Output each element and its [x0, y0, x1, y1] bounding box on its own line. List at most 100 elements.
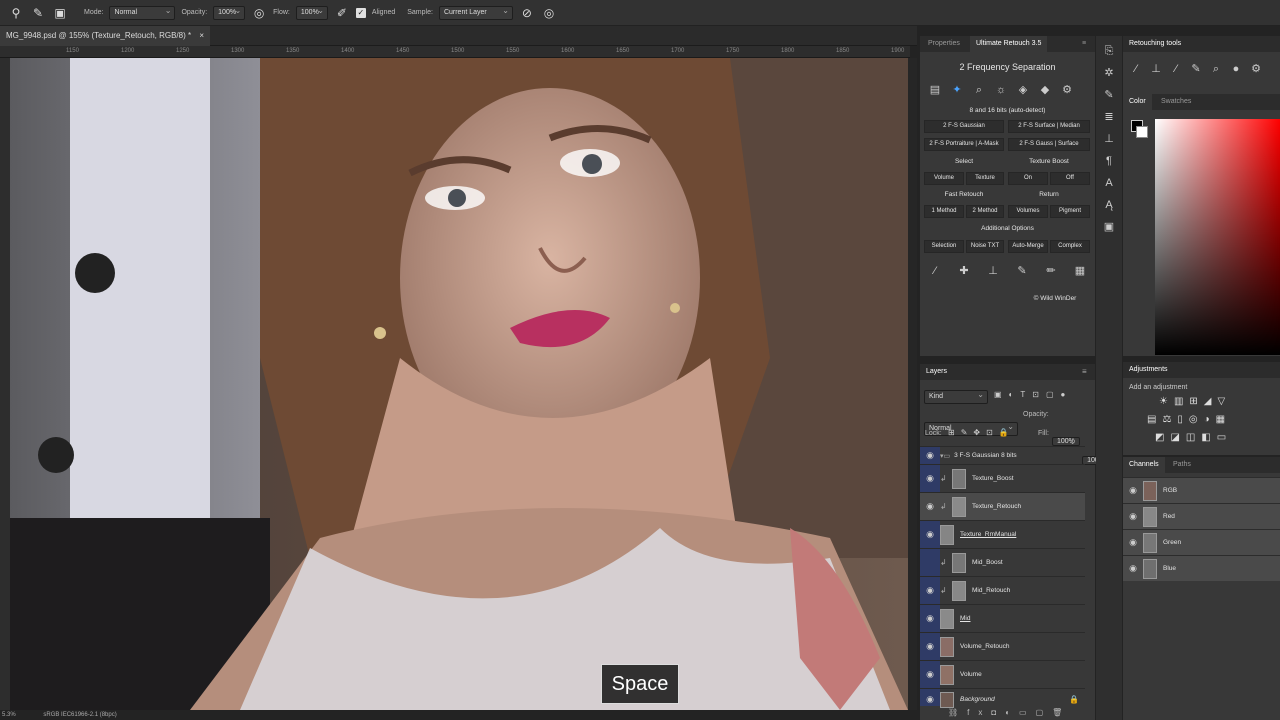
brush-preset-icon[interactable]: ✎	[30, 5, 46, 21]
ignore-adjustment-icon[interactable]: ⊘	[519, 5, 535, 21]
eye-icon[interactable]: ◉	[920, 473, 940, 484]
tab-swatches[interactable]: Swatches	[1155, 94, 1197, 110]
noise-txt-button[interactable]: Noise TXT	[966, 240, 1004, 253]
vertical-scrollbar[interactable]	[908, 58, 917, 710]
retouching-tools-title[interactable]: Retouching tools	[1123, 36, 1280, 52]
brush-icon[interactable]: ⁄	[1169, 62, 1183, 76]
channel-row[interactable]: ◉ Red	[1123, 503, 1280, 529]
eye-icon[interactable]: ◉	[920, 613, 940, 624]
boost-on-button[interactable]: On	[1008, 172, 1048, 185]
eye-icon[interactable]: ◉	[1123, 563, 1143, 574]
tab-channels[interactable]: Channels	[1123, 457, 1165, 473]
layers-icon[interactable]: ◈	[1016, 83, 1030, 97]
layers-title[interactable]: Layers	[920, 364, 1095, 380]
image-canvas[interactable]	[10, 58, 908, 710]
adjust-icon[interactable]: ≣	[1102, 110, 1116, 124]
airbrush-icon[interactable]: ✐	[334, 5, 350, 21]
settings-icon[interactable]: ✲	[1102, 66, 1116, 80]
pencil-icon[interactable]: ✎	[1189, 62, 1203, 76]
clone-stamp-tool-icon[interactable]: ⚲	[8, 5, 24, 21]
eye-icon[interactable]: ◉	[920, 641, 940, 652]
flow-field[interactable]: 100%	[295, 5, 328, 20]
eye-icon[interactable]: ◉	[920, 669, 940, 680]
zoom-level[interactable]: 5.3%	[2, 712, 16, 718]
magnifier-icon[interactable]: ⌕	[1209, 62, 1223, 76]
fs-portraiture-button[interactable]: 2 F-S Portraiture | A-Mask	[924, 138, 1004, 151]
frequency-icon[interactable]: ✦	[950, 83, 964, 97]
image-icon[interactable]: ▣	[1102, 220, 1116, 234]
adjustment-icons-row1[interactable]: ☀▥⊞◢▽	[1159, 396, 1231, 407]
magnifier-icon[interactable]: ⌕	[972, 83, 986, 97]
color-picker-field[interactable]	[1155, 119, 1280, 355]
channel-row[interactable]: ◉ RGB	[1123, 477, 1280, 503]
filter-icons[interactable]: ▣◐T⊡▢●	[994, 390, 1072, 399]
kind-filter[interactable]: Kind	[924, 389, 988, 404]
clone-source-icon[interactable]: ⊥	[1102, 132, 1116, 146]
layer-row[interactable]: ◉ Volume_Retouch	[920, 632, 1085, 660]
brush-icon[interactable]: ⁄	[1129, 62, 1143, 76]
tab-ultimate-retouch[interactable]: Ultimate Retouch 3.5	[970, 36, 1048, 52]
brush-icon[interactable]: ⁄	[928, 264, 942, 278]
layer-row[interactable]: ↲ Mid_Boost	[920, 548, 1085, 576]
pressure-opacity-icon[interactable]: ◎	[251, 5, 267, 21]
lock-icons[interactable]: ⊞✎✥⊡🔒	[948, 428, 1015, 437]
diamond-icon[interactable]: ◆	[1038, 83, 1052, 97]
opacity-field[interactable]: 100%	[213, 5, 246, 20]
layer-row[interactable]: ◉ ↲ Mid_Retouch	[920, 576, 1085, 604]
eye-icon[interactable]: ◉	[920, 694, 940, 705]
healing-icon[interactable]: ✚	[957, 264, 971, 278]
sample-dropdown[interactable]: Current Layer	[438, 5, 513, 20]
eye-icon[interactable]: ◉	[1123, 537, 1143, 548]
adjustments-title[interactable]: Adjustments	[1123, 362, 1280, 378]
layer-actions-bar[interactable]: ⛓fx◘◐▭▢🗑	[948, 708, 1071, 717]
layer-row[interactable]: ◉ Texture_RmManual	[920, 520, 1085, 548]
panel-menu-icon[interactable]: ≡	[1076, 36, 1092, 52]
boost-off-button[interactable]: Off	[1050, 172, 1090, 185]
stamp-icon[interactable]: ⊥	[986, 264, 1000, 278]
method1-button[interactable]: 1 Method	[924, 205, 964, 218]
gear-icon[interactable]: ⚙	[1060, 83, 1074, 97]
pencil-icon[interactable]: ✏	[1044, 264, 1058, 278]
adjustment-icons-row3[interactable]: ◩◪◫◧▭	[1155, 432, 1232, 443]
layer-row-selected[interactable]: ◉ ↲ Texture_Retouch	[920, 492, 1085, 520]
brush-settings-icon[interactable]: ✎	[1102, 88, 1116, 102]
dodge-icon[interactable]: ✎	[1015, 264, 1029, 278]
eye-icon[interactable]: ◉	[920, 450, 940, 461]
fs-gauss-surface-button[interactable]: 2 F-S Gauss | Surface	[1008, 138, 1090, 151]
fs-surface-median-button[interactable]: 2 F-S Surface | Median	[1008, 120, 1090, 133]
fs-gaussian-button[interactable]: 2 F-S Gaussian	[924, 120, 1004, 133]
volumes-button[interactable]: Volumes	[1008, 205, 1048, 218]
texture-button[interactable]: Texture	[966, 172, 1004, 185]
mode-dropdown[interactable]: Normal	[109, 5, 176, 20]
selection-button[interactable]: Selection	[924, 240, 964, 253]
glyphs-icon[interactable]: Ą	[1102, 198, 1116, 212]
tab-paths[interactable]: Paths	[1167, 457, 1197, 473]
complex-button[interactable]: Complex	[1050, 240, 1090, 253]
auto-merge-button[interactable]: Auto-Merge	[1008, 240, 1048, 253]
background-color-swatch[interactable]	[1136, 126, 1148, 138]
stamp-icon[interactable]: ⊥	[1149, 62, 1163, 76]
eye-icon[interactable]: ◉	[920, 585, 940, 596]
gear-icon[interactable]: ⚙	[1249, 62, 1263, 76]
layer-row[interactable]: ◉ Background 🔒	[920, 688, 1085, 710]
layers-menu-icon[interactable]: ≡	[1082, 367, 1087, 376]
tab-color[interactable]: Color	[1123, 94, 1152, 110]
layer-row[interactable]: ◉ ↲ Texture_Boost	[920, 464, 1085, 492]
pressure-size-icon[interactable]: ◎	[541, 5, 557, 21]
layer-opacity-field[interactable]: 100%	[1052, 437, 1080, 446]
layer-row[interactable]: ◉ Volume	[920, 660, 1085, 688]
adjustment-icons-row2[interactable]: ▤⚖▯◎◑▦	[1147, 414, 1231, 425]
clone-source-icon[interactable]: ▣	[52, 5, 68, 21]
channel-row[interactable]: ◉ Green	[1123, 529, 1280, 555]
method2-button[interactable]: 2 Method	[966, 205, 1004, 218]
eye-icon[interactable]: ◉	[920, 501, 940, 512]
eye-icon[interactable]: ◉	[1123, 511, 1143, 522]
sun-icon[interactable]: ☼	[994, 83, 1008, 97]
channel-row[interactable]: ◉ Blue	[1123, 555, 1280, 581]
close-tab-icon[interactable]: ×	[199, 31, 204, 40]
paragraph-icon[interactable]: ¶	[1102, 154, 1116, 168]
character-icon[interactable]: A	[1102, 176, 1116, 190]
volume-button[interactable]: Volume	[924, 172, 964, 185]
grid-icon[interactable]: ▦	[1073, 264, 1087, 278]
blob-icon[interactable]: ●	[1229, 62, 1243, 76]
